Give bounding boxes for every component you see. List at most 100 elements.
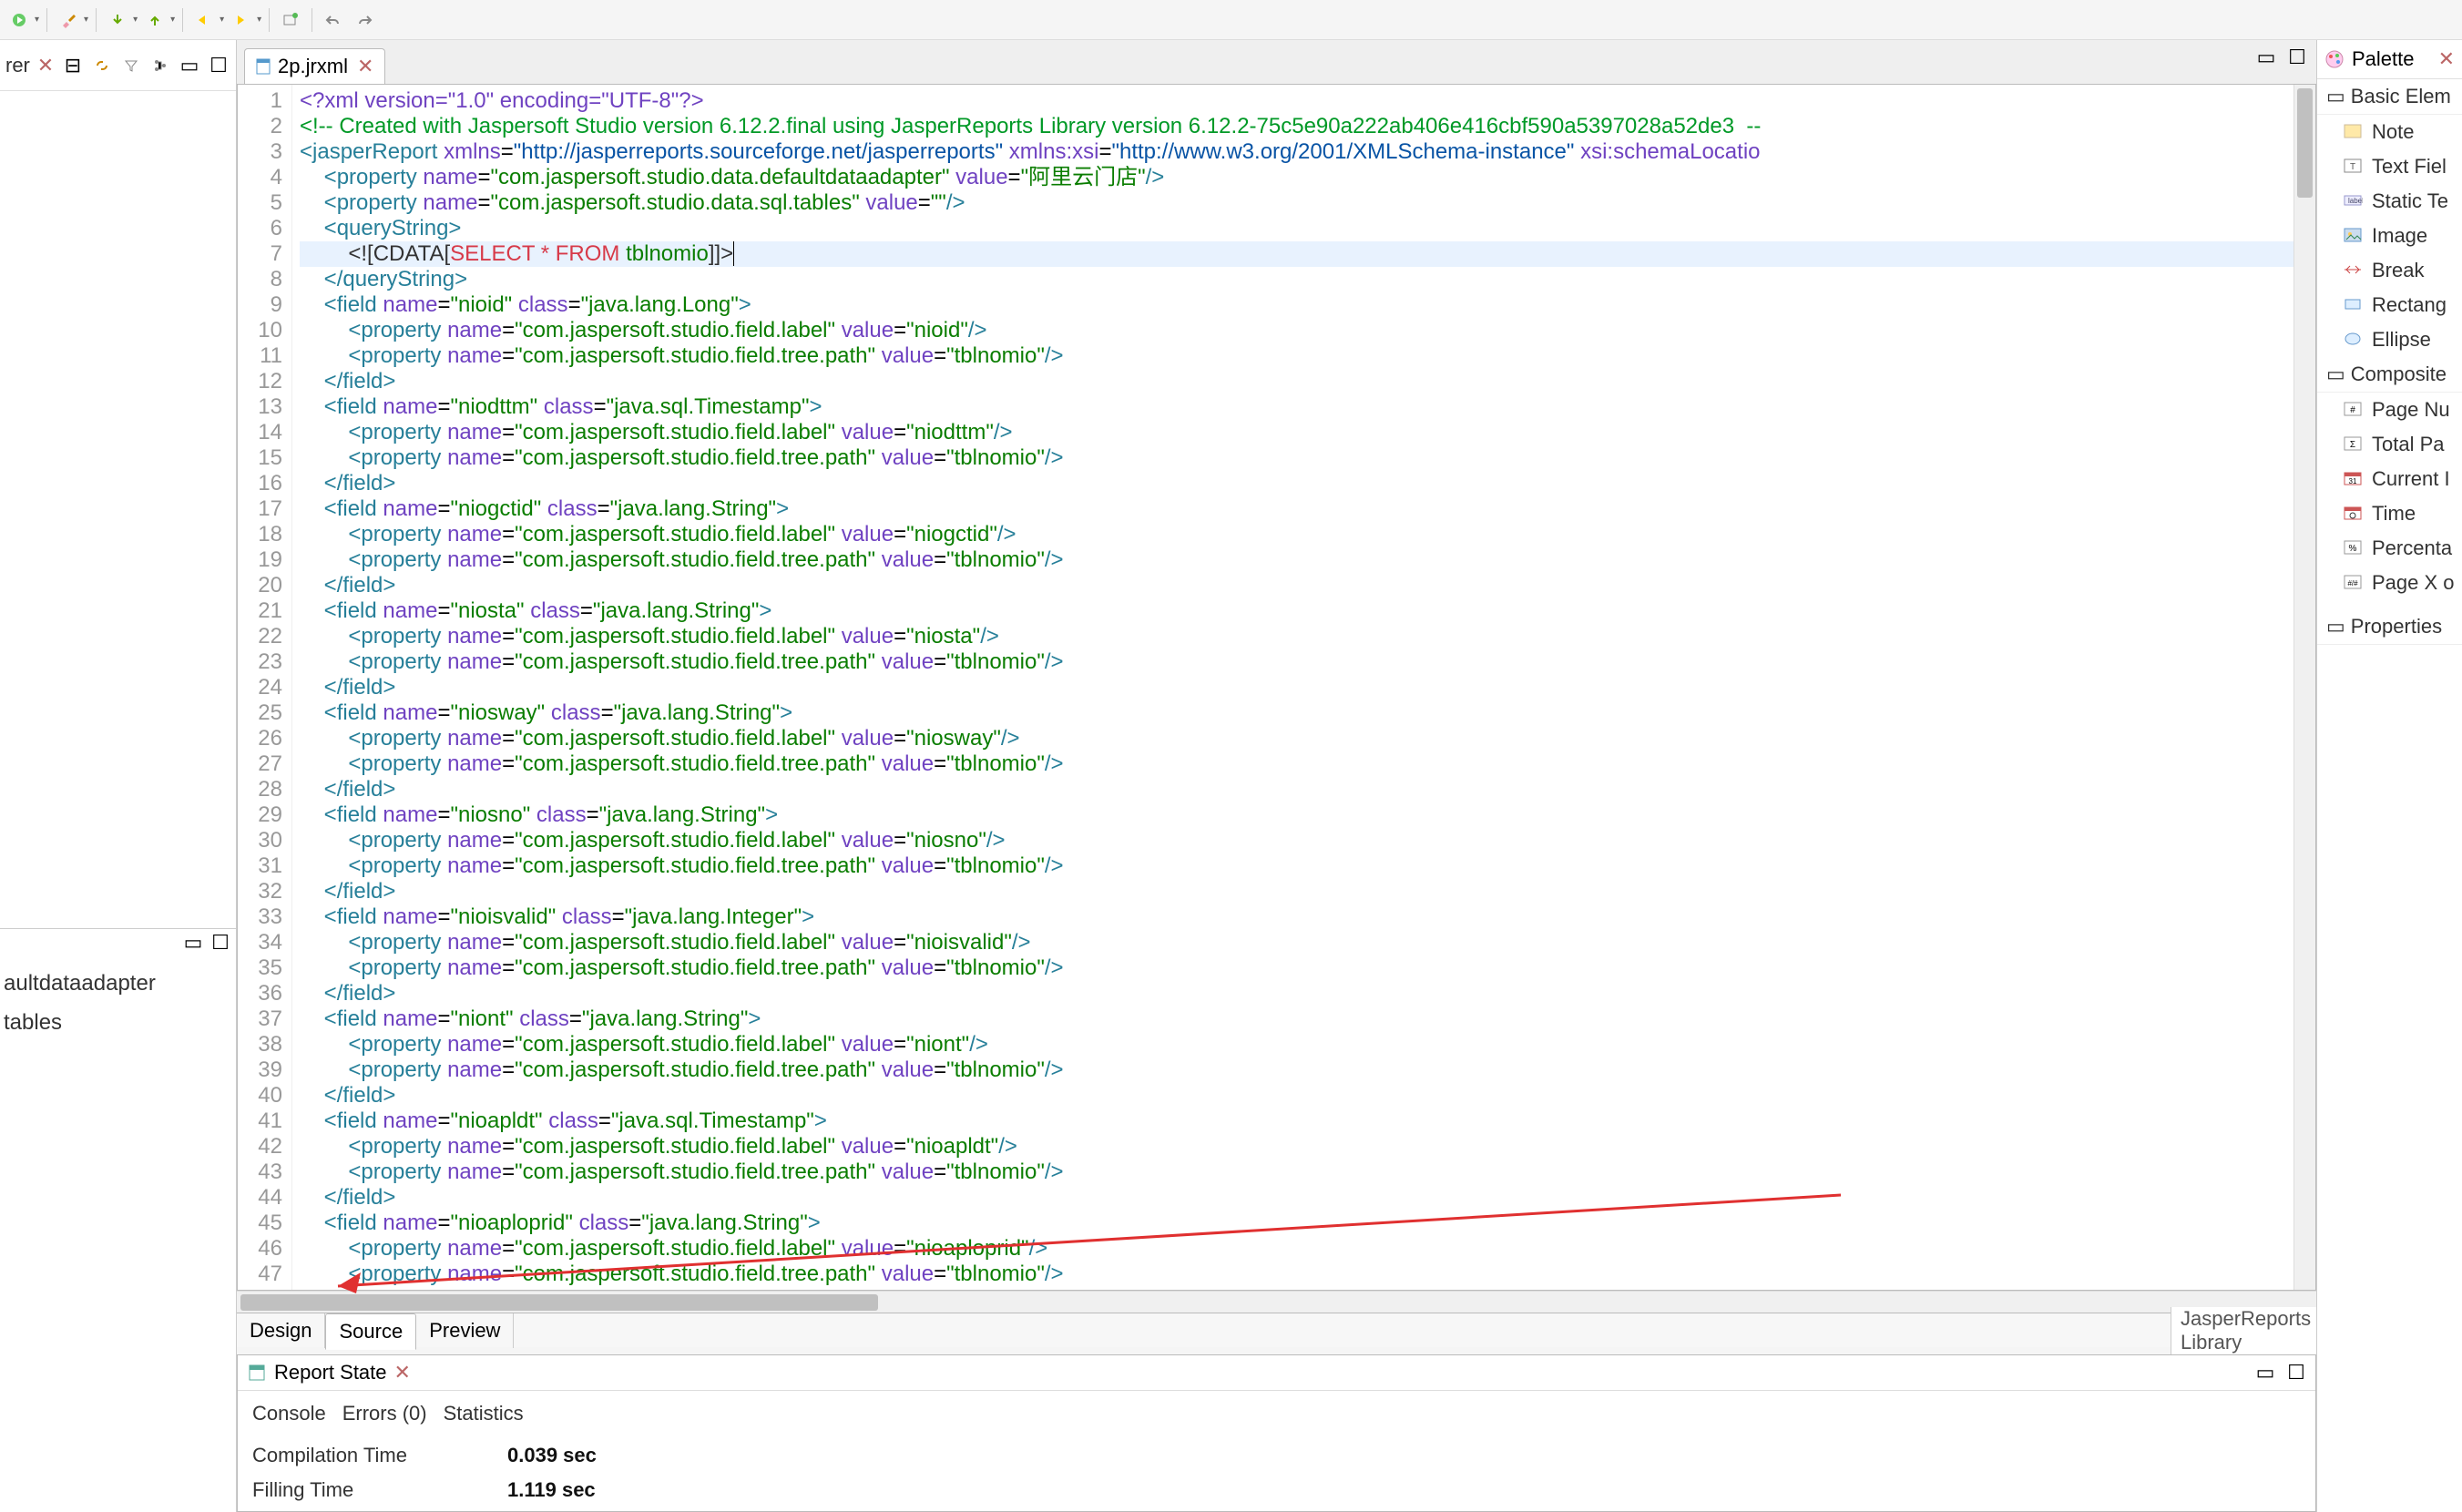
code-line[interactable]: <?xml version="1.0" encoding="UTF-8"?>	[300, 88, 2293, 114]
code-line[interactable]: <property name="com.jaspersoft.studio.fi…	[300, 955, 2293, 981]
code-line[interactable]: <field name="niosno" class="java.lang.St…	[300, 802, 2293, 828]
code-line[interactable]: </field>	[300, 369, 2293, 394]
maximize-icon[interactable]: ☐	[209, 931, 232, 955]
code-line[interactable]: <![CDATA[SELECT * FROM tblnomio]]>	[300, 241, 2293, 267]
collapse-icon[interactable]: ⊟	[61, 54, 85, 77]
code-line[interactable]: </field>	[300, 675, 2293, 700]
code-line[interactable]: <property name="com.jaspersoft.studio.fi…	[300, 1134, 2293, 1160]
undo-icon[interactable]	[320, 6, 347, 34]
close-icon[interactable]: ✕	[37, 54, 54, 77]
code-line[interactable]: <property name="com.jaspersoft.studio.fi…	[300, 1236, 2293, 1262]
code-line[interactable]: <property name="com.jaspersoft.studio.fi…	[300, 1032, 2293, 1057]
code-line[interactable]: </field>	[300, 981, 2293, 1006]
dropdown-icon[interactable]: ▾	[170, 15, 175, 25]
list-item[interactable]: aultdataadapter	[4, 964, 232, 1003]
report-state-tab[interactable]: Report State	[274, 1361, 387, 1384]
code-line[interactable]: <field name="nioisvalid" class="java.lan…	[300, 904, 2293, 930]
minimize-icon[interactable]: ▭	[2253, 1361, 2277, 1384]
palette-item[interactable]: TText Fiel	[2317, 149, 2462, 184]
maximize-icon[interactable]: ☐	[2285, 46, 2309, 69]
code-line[interactable]: <property name="com.jaspersoft.studio.fi…	[300, 624, 2293, 649]
code-line[interactable]: <property name="com.jaspersoft.studio.fi…	[300, 1160, 2293, 1185]
forward-icon[interactable]	[228, 6, 255, 34]
tree-icon[interactable]	[148, 54, 172, 77]
maximize-icon[interactable]: ☐	[2284, 1361, 2308, 1384]
code-line[interactable]: <property name="com.jaspersoft.studio.fi…	[300, 930, 2293, 955]
filter-icon[interactable]	[119, 54, 143, 77]
code-line[interactable]: <property name="com.jaspersoft.studio.fi…	[300, 649, 2293, 675]
palette-item[interactable]: ΣTotal Pa	[2317, 427, 2462, 462]
code-line[interactable]: </queryString>	[300, 267, 2293, 292]
tab-source[interactable]: Source	[325, 1313, 416, 1350]
horizontal-scrollbar[interactable]	[237, 1291, 2316, 1313]
code-line[interactable]: <field name="nioid" class="java.lang.Lon…	[300, 292, 2293, 318]
palette-item[interactable]: Note	[2317, 115, 2462, 149]
palette-item[interactable]: 31Current I	[2317, 462, 2462, 496]
code-line[interactable]: <jasperReport xmlns="http://jasperreport…	[300, 139, 2293, 165]
arrow-up-icon[interactable]	[141, 6, 169, 34]
code-line[interactable]: <field name="niont" class="java.lang.Str…	[300, 1006, 2293, 1032]
palette-item[interactable]: Ellipse	[2317, 322, 2462, 357]
palette-item[interactable]: labelStatic Te	[2317, 184, 2462, 219]
palette-group[interactable]: ▭ Composite	[2317, 357, 2462, 393]
redo-icon[interactable]	[351, 6, 378, 34]
code-line[interactable]: <field name="niodttm" class="java.sql.Ti…	[300, 394, 2293, 420]
explorer-tab[interactable]: rer	[5, 54, 30, 77]
code-line[interactable]: <!-- Created with Jaspersoft Studio vers…	[300, 114, 2293, 139]
list-item[interactable]: tables	[4, 1003, 232, 1042]
subtab[interactable]: Statistics	[444, 1402, 524, 1425]
code-line[interactable]: <field name="nioaploprid" class="java.la…	[300, 1211, 2293, 1236]
link-icon[interactable]	[90, 54, 114, 77]
palette-item[interactable]: #/#Page X o	[2317, 566, 2462, 600]
code-line[interactable]: <property name="com.jaspersoft.studio.fi…	[300, 420, 2293, 445]
dropdown-icon[interactable]: ▾	[220, 15, 224, 25]
code-line[interactable]: <property name="com.jaspersoft.studio.fi…	[300, 547, 2293, 573]
run-icon[interactable]	[5, 6, 33, 34]
code-line[interactable]: </field>	[300, 1185, 2293, 1211]
code-line[interactable]: <property name="com.jaspersoft.studio.fi…	[300, 522, 2293, 547]
minimize-icon[interactable]: ▭	[178, 54, 201, 77]
back-icon[interactable]	[190, 6, 218, 34]
code-line[interactable]: <property name="com.jaspersoft.studio.fi…	[300, 853, 2293, 879]
brush-icon[interactable]	[55, 6, 82, 34]
code-line[interactable]: <property name="com.jaspersoft.studio.fi…	[300, 751, 2293, 777]
palette-item[interactable]: Image	[2317, 219, 2462, 253]
editor-tab[interactable]: 2p.jrxml ✕	[244, 48, 385, 84]
new-window-icon[interactable]	[277, 6, 304, 34]
subtab[interactable]: Console	[252, 1402, 326, 1425]
close-icon[interactable]: ✕	[394, 1361, 411, 1384]
properties-group[interactable]: ▭ Properties	[2317, 609, 2462, 645]
code-line[interactable]: <property name="com.jaspersoft.studio.fi…	[300, 445, 2293, 471]
code-line[interactable]: </field>	[300, 777, 2293, 802]
code-line[interactable]: </field>	[300, 471, 2293, 496]
code-line[interactable]: </field>	[300, 879, 2293, 904]
code-line[interactable]: </field>	[300, 573, 2293, 598]
maximize-icon[interactable]: ☐	[207, 54, 230, 77]
palette-item[interactable]: Break	[2317, 253, 2462, 288]
minimize-icon[interactable]: ▭	[181, 931, 205, 955]
palette-group[interactable]: ▭ Basic Elem	[2317, 79, 2462, 115]
close-icon[interactable]: ✕	[2438, 47, 2455, 71]
code-line[interactable]: <field name="niogctid" class="java.lang.…	[300, 496, 2293, 522]
code-line[interactable]: </field>	[300, 1083, 2293, 1108]
code-line[interactable]: <field name="niosta" class="java.lang.St…	[300, 598, 2293, 624]
palette-item[interactable]: %Percenta	[2317, 531, 2462, 566]
code-line[interactable]: <property name="com.jaspersoft.studio.fi…	[300, 1057, 2293, 1083]
code-line[interactable]: <field name="niosway" class="java.lang.S…	[300, 700, 2293, 726]
arrow-down-icon[interactable]	[104, 6, 131, 34]
vertical-scrollbar[interactable]	[2293, 85, 2315, 1290]
minimize-icon[interactable]: ▭	[2254, 46, 2278, 69]
tab-preview[interactable]: Preview	[416, 1313, 514, 1348]
code-line[interactable]: <property name="com.jaspersoft.studio.fi…	[300, 318, 2293, 343]
code-line[interactable]: <property name="com.jaspersoft.studio.fi…	[300, 1262, 2293, 1287]
code-line[interactable]: <property name="com.jaspersoft.studio.da…	[300, 165, 2293, 190]
tab-design[interactable]: Design	[237, 1313, 325, 1348]
dropdown-icon[interactable]: ▾	[84, 15, 88, 25]
subtab[interactable]: Errors (0)	[342, 1402, 427, 1425]
palette-item[interactable]: Time	[2317, 496, 2462, 531]
code-line[interactable]: <property name="com.jaspersoft.studio.fi…	[300, 828, 2293, 853]
close-icon[interactable]: ✕	[357, 55, 373, 78]
code-editor[interactable]: <?xml version="1.0" encoding="UTF-8"?><!…	[292, 85, 2293, 1290]
dropdown-icon[interactable]: ▾	[133, 15, 138, 25]
dropdown-icon[interactable]: ▾	[35, 15, 39, 25]
